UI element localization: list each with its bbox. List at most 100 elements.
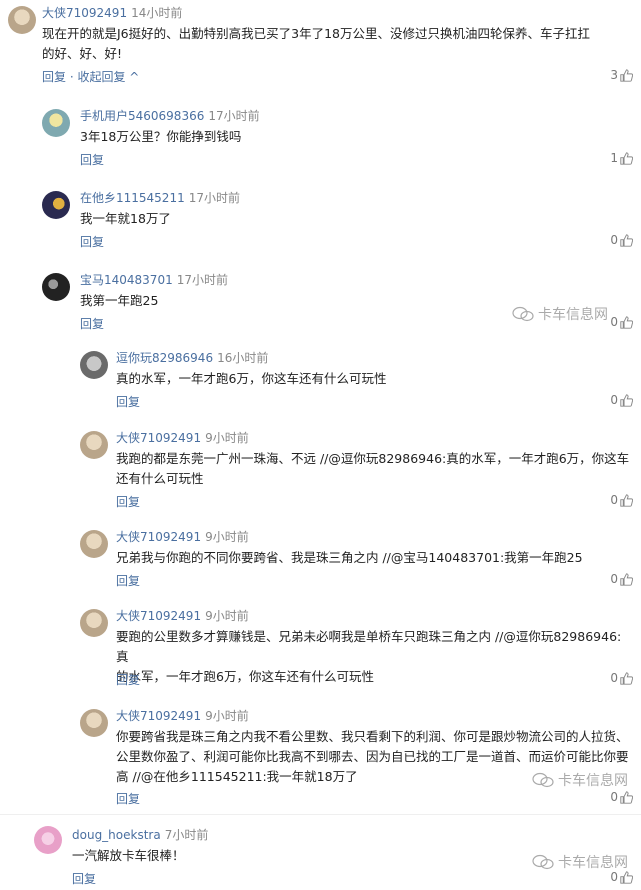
like-count: 0 bbox=[610, 790, 618, 804]
avatar[interactable] bbox=[34, 826, 62, 854]
timestamp: 9小时前 bbox=[205, 530, 249, 544]
avatar[interactable] bbox=[80, 530, 108, 558]
like-count: 0 bbox=[610, 393, 618, 407]
timestamp: 9小时前 bbox=[205, 431, 249, 445]
reply-button[interactable]: 回复 bbox=[116, 395, 140, 409]
comment-text: 我跑的都是东莞一广州一珠海、不远 //@逗你玩82986946:真的水军，一年才… bbox=[116, 451, 630, 486]
avatar[interactable] bbox=[42, 191, 70, 219]
watermark: 卡车信息网 bbox=[532, 770, 628, 790]
like-count: 0 bbox=[610, 233, 618, 247]
thumbs-up-icon bbox=[620, 68, 633, 82]
timestamp: 7小时前 bbox=[164, 828, 209, 842]
reply-button[interactable]: 回复 bbox=[80, 317, 104, 331]
like-button[interactable]: 0 bbox=[610, 315, 633, 329]
wechat-logo-icon bbox=[532, 772, 554, 788]
comment-header: 在他乡111545211 17小时前 bbox=[80, 189, 240, 206]
thumbs-up-icon bbox=[620, 790, 633, 804]
username[interactable]: 逗你玩82986946 bbox=[116, 351, 213, 365]
comment-actions: 回复 · 收起回复 ^ bbox=[42, 70, 140, 84]
like-count: 0 bbox=[610, 870, 618, 884]
like-button[interactable]: 3 bbox=[610, 68, 633, 82]
username[interactable]: 在他乡111545211 bbox=[80, 191, 185, 205]
username[interactable]: 大侠71092491 bbox=[116, 530, 201, 544]
comment-actions: 回复 bbox=[116, 790, 140, 807]
like-count: 3 bbox=[610, 68, 618, 82]
username[interactable]: 大侠71092491 bbox=[116, 609, 201, 623]
comment-text: 我一年就18万了 bbox=[80, 211, 171, 226]
timestamp: 17小时前 bbox=[208, 109, 260, 123]
comment-text: 要跑的公里数多才算赚钱是、兄弟未必啊我是单桥车只跑珠三角之内 //@逗你玩829… bbox=[116, 629, 622, 684]
like-count: 0 bbox=[610, 572, 618, 586]
username[interactable]: 大侠71092491 bbox=[116, 431, 201, 445]
like-button[interactable]: 1 bbox=[610, 151, 633, 165]
comment-header: 逗你玩82986946 16小时前 bbox=[116, 349, 268, 366]
watermark: 卡车信息网 bbox=[532, 852, 628, 872]
comment-actions: 回复 bbox=[80, 233, 104, 250]
thumbs-up-icon bbox=[620, 572, 633, 586]
username[interactable]: 大侠71092491 bbox=[116, 709, 201, 723]
avatar[interactable] bbox=[80, 609, 108, 637]
like-button[interactable]: 0 bbox=[610, 870, 633, 884]
thumbs-up-icon bbox=[620, 870, 633, 884]
like-button[interactable]: 0 bbox=[610, 393, 633, 407]
like-button[interactable]: 0 bbox=[610, 572, 633, 586]
like-count: 0 bbox=[610, 315, 618, 329]
comment-header: 大侠71092491 9小时前 bbox=[116, 607, 249, 624]
reply-button[interactable]: 回复 bbox=[116, 574, 140, 588]
thumbs-up-icon bbox=[620, 493, 633, 507]
comment-text: 真的水军，一年才跑6万，你这车还有什么可玩性 bbox=[116, 371, 387, 386]
like-count: 0 bbox=[610, 493, 618, 507]
avatar[interactable] bbox=[80, 709, 108, 737]
timestamp: 9小时前 bbox=[205, 609, 249, 623]
like-button[interactable]: 0 bbox=[610, 671, 633, 685]
like-count: 0 bbox=[610, 671, 618, 685]
reply-button[interactable]: 回复 bbox=[72, 872, 96, 886]
comment-actions: 回复 bbox=[80, 151, 104, 168]
thumbs-up-icon bbox=[620, 393, 633, 407]
thumbs-up-icon bbox=[620, 151, 633, 165]
comment-header: 手机用户5460698366 17小时前 bbox=[80, 107, 260, 124]
comment-header: 大侠71092491 9小时前 bbox=[116, 528, 249, 545]
avatar[interactable] bbox=[42, 109, 70, 137]
comment-header: 大侠71092491 9小时前 bbox=[116, 707, 249, 724]
avatar[interactable] bbox=[42, 273, 70, 301]
timestamp: 17小时前 bbox=[188, 191, 240, 205]
avatar[interactable] bbox=[8, 6, 36, 34]
watermark: 卡车信息网 bbox=[512, 304, 608, 324]
username[interactable]: doug_hoekstra bbox=[72, 828, 161, 842]
chevron-up-icon[interactable]: ^ bbox=[125, 70, 139, 84]
comment-header: 宝马140483701 17小时前 bbox=[80, 271, 228, 288]
comment-header: doug_hoekstra 7小时前 bbox=[72, 826, 208, 843]
comment-text: 兄弟我与你跑的不同你要跨省、我是珠三角之内 //@宝马140483701:我第一… bbox=[116, 550, 583, 565]
username[interactable]: 宝马140483701 bbox=[80, 273, 173, 287]
reply-button[interactable]: 回复 bbox=[42, 70, 66, 84]
comment-actions: 回复 bbox=[116, 493, 140, 510]
like-button[interactable]: 0 bbox=[610, 493, 633, 507]
username[interactable]: 大侠71092491 bbox=[42, 6, 127, 20]
reply-button[interactable]: 回复 bbox=[116, 673, 140, 687]
thumbs-up-icon bbox=[620, 233, 633, 247]
reply-button[interactable]: 回复 bbox=[80, 153, 104, 167]
comment-header: 大侠71092491 9小时前 bbox=[116, 429, 249, 446]
like-button[interactable]: 0 bbox=[610, 233, 633, 247]
reply-button[interactable]: 回复 bbox=[80, 235, 104, 249]
like-button[interactable]: 0 bbox=[610, 790, 633, 804]
thumbs-up-icon bbox=[620, 671, 633, 685]
comment-text: 现在开的就是J6挺好的、出勤特别高我已买了3年了18万公里、没修过只换机油四轮保… bbox=[42, 26, 590, 61]
comment-text: 3年18万公里？你能挣到钱吗 bbox=[80, 129, 242, 144]
comment-actions: 回复 bbox=[116, 393, 140, 410]
wechat-logo-icon bbox=[512, 306, 534, 322]
reply-button[interactable]: 回复 bbox=[116, 495, 140, 509]
wechat-logo-icon bbox=[532, 854, 554, 870]
avatar[interactable] bbox=[80, 351, 108, 379]
reply-button[interactable]: 回复 bbox=[116, 792, 140, 806]
comment-actions: 回复 bbox=[116, 671, 140, 688]
username[interactable]: 手机用户5460698366 bbox=[80, 109, 204, 123]
comment-actions: 回复 bbox=[80, 315, 104, 332]
collapse-replies-button[interactable]: 收起回复 bbox=[77, 70, 125, 84]
timestamp: 9小时前 bbox=[205, 709, 249, 723]
divider bbox=[0, 814, 641, 815]
thumbs-up-icon bbox=[620, 315, 633, 329]
comment-header: 大侠71092491 14小时前 bbox=[42, 4, 182, 21]
avatar[interactable] bbox=[80, 431, 108, 459]
